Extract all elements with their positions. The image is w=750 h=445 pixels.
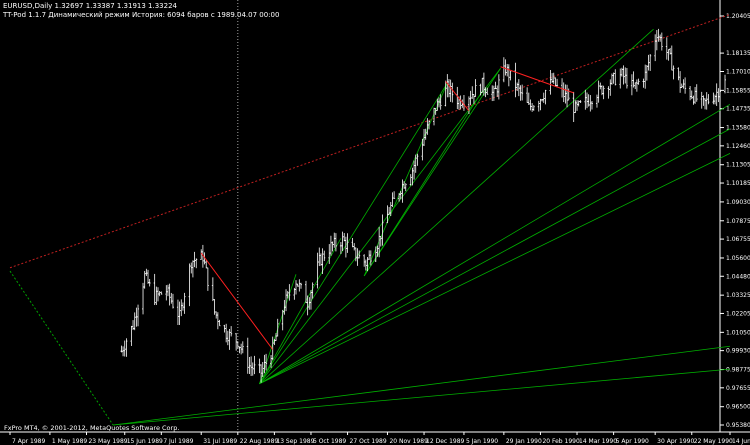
y-tick-label: 1.18135 <box>726 50 750 57</box>
y-tick-label: 0.99930 <box>726 348 750 355</box>
x-tick-label: 12 Dec 1989 <box>426 438 465 445</box>
y-tick-label: 1.20405 <box>726 13 750 20</box>
x-tick-label: 5 Oct 1989 <box>313 438 346 445</box>
x-tick-label: 31 Jul 1989 <box>203 438 237 445</box>
y-tick-label: 1.10185 <box>726 180 750 187</box>
x-tick-label: 7 Apr 1989 <box>12 438 45 445</box>
y-tick-label: 1.13580 <box>726 125 750 132</box>
fan-line <box>259 82 448 385</box>
x-tick-label: 22 Aug 1989 <box>240 438 279 445</box>
fan-line <box>259 153 731 385</box>
y-tick-label: 1.01050 <box>726 329 750 336</box>
lower-dotted-line <box>9 270 114 426</box>
x-tick-label: 14 Mar 1990 <box>579 438 617 445</box>
y-tick-label: 0.96500 <box>726 404 750 411</box>
y-tick-label: 1.04480 <box>726 273 750 280</box>
x-tick-label: 20 Nov 1989 <box>389 438 428 445</box>
fan-line <box>363 68 501 277</box>
x-tick-label: 27 Oct 1989 <box>350 438 387 445</box>
chart-window[interactable]: 1.20405 1.18135 1.17010 1.15855 1.14735 1.135… <box>0 0 750 445</box>
y-tick-label: 1.03325 <box>726 292 750 299</box>
y-tick-label: 1.17010 <box>726 68 750 75</box>
x-tick-label: 29 Jan 1990 <box>506 438 542 445</box>
x-tick-label: 22 May 1990 <box>694 438 733 445</box>
x-tick-label: 5 Jan 1990 <box>466 438 498 445</box>
fan-line <box>113 368 731 426</box>
y-tick-label: 1.06755 <box>726 236 750 243</box>
y-tick-label: 1.07875 <box>726 218 750 225</box>
swing-line <box>200 252 274 350</box>
fan-line <box>259 28 654 385</box>
indicator-header: TT-Pod 1.1.7 Динамический режим История:… <box>3 11 280 19</box>
fan-line <box>259 68 501 385</box>
y-tick-label: 1.02205 <box>726 310 750 317</box>
copyright-label: FxPro MT4, © 2001-2012, MetaQuotes Softw… <box>4 424 180 432</box>
x-tick-label: 23 May 1989 <box>88 438 127 445</box>
y-tick-label: 0.95380 <box>726 422 750 429</box>
x-tick-label: 30 Apr 1990 <box>657 438 694 445</box>
fan-line <box>113 345 731 426</box>
price-chart[interactable]: 1.20405 1.18135 1.17010 1.15855 1.14735 1.135… <box>0 0 750 445</box>
y-tick-label: 1.09030 <box>726 199 750 206</box>
y-tick-label: 0.98775 <box>726 367 750 374</box>
y-tick-label: 1.05600 <box>726 255 750 262</box>
fan-line <box>363 91 483 277</box>
swing-line <box>500 66 574 94</box>
x-tick-label: 1 May 1989 <box>52 438 87 445</box>
fan-line <box>259 128 731 385</box>
x-tick-label: 5 Apr 1990 <box>616 438 649 445</box>
x-tick-label: 20 Feb 1990 <box>542 438 580 445</box>
x-tick-label: 14 Jun 1990 <box>732 438 750 445</box>
x-tick-label: 13 Sep 1989 <box>276 438 314 445</box>
y-tick-label: 0.97655 <box>726 385 750 392</box>
fan-line <box>363 82 448 277</box>
y-tick-label: 1.14735 <box>726 106 750 113</box>
fan-line <box>259 103 731 385</box>
symbol-header: EURUSD,Daily 1.32697 1.33387 1.31913 1.3… <box>3 2 177 10</box>
y-tick-label: 1.11305 <box>726 162 750 169</box>
y-tick-label: 1.15855 <box>726 87 750 94</box>
channel-dotted-line <box>9 13 731 269</box>
y-tick-label: 1.12460 <box>726 143 750 150</box>
x-tick-label: 7 Jul 1989 <box>163 438 193 445</box>
x-tick-label: 15 Jun 1989 <box>127 438 163 445</box>
